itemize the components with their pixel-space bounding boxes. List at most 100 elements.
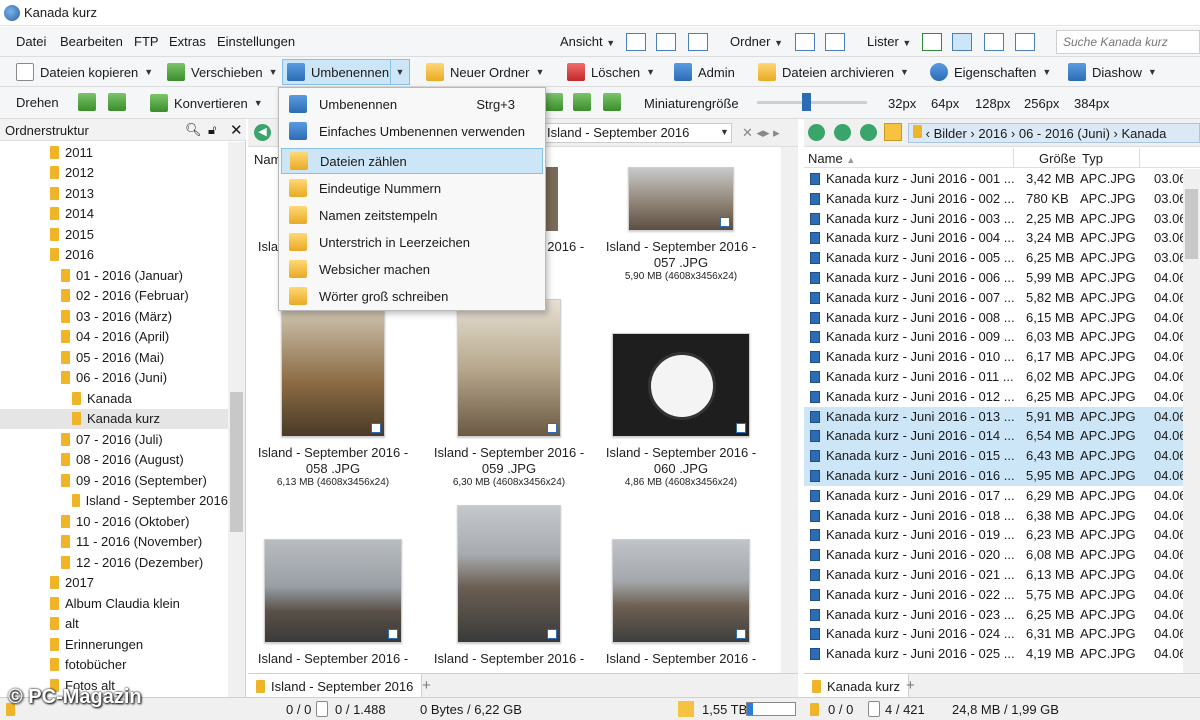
list-scrollbar[interactable] xyxy=(1183,169,1200,673)
back-icon[interactable]: ◀ xyxy=(254,124,271,141)
tree-item[interactable]: 2011 xyxy=(0,142,228,163)
size-32[interactable]: 32px xyxy=(888,96,916,111)
dropdown-item[interactable]: Unterstrich in Leerzeichen xyxy=(281,229,543,255)
lister-dual-icon[interactable] xyxy=(952,33,972,51)
lister-menu[interactable]: Lister ▼ xyxy=(867,34,911,49)
tree-item[interactable]: 11 - 2016 (November) xyxy=(0,532,228,553)
tree-item[interactable]: 10 - 2016 (Oktober) xyxy=(0,511,228,532)
table-row[interactable]: Kanada kurz - Juni 2016 - 007 ... 5,82 MB… xyxy=(804,288,1183,308)
tree-item[interactable]: 2017 xyxy=(0,573,228,594)
tree-item[interactable]: 02 - 2016 (Februar) xyxy=(0,286,228,307)
table-row[interactable]: Kanada kurz - Juni 2016 - 019 ... 6,23 MB… xyxy=(804,525,1183,545)
table-row[interactable]: Kanada kurz - Juni 2016 - 009 ... 6,03 MB… xyxy=(804,327,1183,347)
tab-island[interactable]: Island - September 2016 xyxy=(248,674,423,698)
thumbnail-scrollbar[interactable] xyxy=(781,147,798,673)
menu-einstellungen[interactable]: Einstellungen xyxy=(217,34,295,49)
dropdown-item[interactable]: Websicher machen xyxy=(281,256,543,282)
archive-button[interactable]: Dateien archivieren ▼ xyxy=(754,59,913,85)
tree-item[interactable]: 07 - 2016 (Juli) xyxy=(0,429,228,450)
lister-single-icon[interactable] xyxy=(922,33,942,51)
tree-item[interactable]: 03 - 2016 (März) xyxy=(0,306,228,327)
thumbnail-item[interactable]: Island - September 2016 - xyxy=(596,505,766,667)
table-row[interactable]: Kanada kurz - Juni 2016 - 015 ... 6,43 MB… xyxy=(804,446,1183,466)
rotate-right-icon[interactable] xyxy=(108,93,126,111)
table-row[interactable]: Kanada kurz - Juni 2016 - 024 ... 6,31 MB… xyxy=(804,624,1183,644)
table-row[interactable]: Kanada kurz - Juni 2016 - 001 ... 3,42 MB… xyxy=(804,169,1183,189)
table-row[interactable]: Kanada kurz - Juni 2016 - 003 ... 2,25 MB… xyxy=(804,209,1183,229)
thumbnail-item[interactable]: Island - September 2016 - 058 .JPG 6,13 … xyxy=(248,299,418,488)
admin-button[interactable]: Admin xyxy=(670,59,739,85)
size-256[interactable]: 256px xyxy=(1024,96,1059,111)
tree-item[interactable]: Album Claudia klein xyxy=(0,593,228,614)
table-row[interactable]: Kanada kurz - Juni 2016 - 006 ... 5,99 MB… xyxy=(804,268,1183,288)
new-folder-button[interactable]: Neuer Ordner ▼ xyxy=(422,59,548,85)
table-row[interactable]: Kanada kurz - Juni 2016 - 022 ... 5,75 MB… xyxy=(804,585,1183,605)
tree-item[interactable]: 2013 xyxy=(0,183,228,204)
dropdown-item[interactable]: Dateien zählen xyxy=(281,148,543,174)
rotate-label[interactable]: Drehen xyxy=(16,95,59,110)
tree-scrollbar[interactable] xyxy=(228,142,245,697)
menu-datei[interactable]: Datei xyxy=(16,34,46,49)
thumbnail-path-field[interactable]: Island - September 2016 xyxy=(542,123,732,143)
table-row[interactable]: Kanada kurz - Juni 2016 - 023 ... 6,25 MB… xyxy=(804,605,1183,625)
view-list-icon[interactable] xyxy=(656,33,676,51)
size-128[interactable]: 128px xyxy=(975,96,1010,111)
rename-dropdown-arrow[interactable]: ▼ xyxy=(390,59,410,85)
menu-extras[interactable]: Extras xyxy=(169,34,206,49)
path-dropdown-icon[interactable]: ▼ xyxy=(720,127,729,137)
tree-item[interactable]: 08 - 2016 (August) xyxy=(0,450,228,471)
tree-item[interactable]: Island - September 2016 xyxy=(0,491,228,512)
view-details-icon[interactable] xyxy=(626,33,646,51)
copy-files-button[interactable]: Dateien kopieren ▼ xyxy=(12,59,157,85)
table-row[interactable]: Kanada kurz - Juni 2016 - 016 ... 5,95 MB… xyxy=(804,466,1183,486)
slideshow-button[interactable]: Diashow ▼ xyxy=(1064,59,1161,85)
slider-handle[interactable] xyxy=(802,93,811,111)
tree-item[interactable]: 05 - 2016 (Mai) xyxy=(0,347,228,368)
tree-item[interactable]: Kanada kurz xyxy=(0,408,228,429)
rename-button[interactable]: Umbenennen xyxy=(282,59,395,85)
table-row[interactable]: Kanada kurz - Juni 2016 - 025 ... 4,19 MB… xyxy=(804,644,1183,664)
size-384[interactable]: 384px xyxy=(1074,96,1109,111)
tree-item[interactable]: 12 - 2016 (Dezember) xyxy=(0,552,228,573)
tree-scroll-thumb[interactable] xyxy=(230,392,243,532)
tree-item[interactable]: 04 - 2016 (April) xyxy=(0,327,228,348)
up-icon[interactable] xyxy=(860,124,877,141)
add-tab-icon[interactable]: + xyxy=(906,677,915,694)
thumbnail-item[interactable]: Island - September 2016 - xyxy=(248,505,418,667)
thumb-tool-icon-1[interactable] xyxy=(545,93,563,111)
table-row[interactable]: Kanada kurz - Juni 2016 - 021 ... 6,13 MB… xyxy=(804,565,1183,585)
table-row[interactable]: Kanada kurz - Juni 2016 - 002 ... 780 KB A… xyxy=(804,189,1183,209)
thumb-tool-icon-2[interactable] xyxy=(573,93,591,111)
type-column-header[interactable]: Typ xyxy=(1082,151,1103,166)
table-row[interactable]: Kanada kurz - Juni 2016 - 018 ... 6,38 MB… xyxy=(804,506,1183,526)
thumbnail-item[interactable]: Island - September 2016 - 057 .JPG 5,90 … xyxy=(596,167,766,282)
name-column-header[interactable]: Name ▲ xyxy=(808,151,855,166)
tree-item[interactable]: 2014 xyxy=(0,204,228,225)
delete-button[interactable]: Löschen ▼ xyxy=(563,59,659,85)
close-icon[interactable]: ✕ xyxy=(230,121,243,139)
add-tab-icon[interactable]: + xyxy=(422,677,431,694)
tree-item[interactable]: 2015 xyxy=(0,224,228,245)
table-row[interactable]: Kanada kurz - Juni 2016 - 011 ... 6,02 MB… xyxy=(804,367,1183,387)
thumb-tool-icon-3[interactable] xyxy=(603,93,621,111)
dropdown-item[interactable]: Einfaches Umbenennen verwenden xyxy=(281,118,543,144)
dropdown-item[interactable]: Wörter groß schreiben xyxy=(281,283,543,309)
lister-vertical-icon[interactable] xyxy=(984,33,1004,51)
favorites-icon[interactable] xyxy=(884,123,902,141)
tree-item[interactable]: 01 - 2016 (Januar) xyxy=(0,265,228,286)
rotate-left-icon[interactable] xyxy=(78,93,96,111)
table-row[interactable]: Kanada kurz - Juni 2016 - 017 ... 6,29 MB… xyxy=(804,486,1183,506)
tree-item[interactable]: Erinnerungen xyxy=(0,634,228,655)
thumbnail-size-slider[interactable] xyxy=(757,101,867,104)
ansicht-menu[interactable]: Ansicht ▼ xyxy=(560,34,615,49)
tree-item[interactable]: alt xyxy=(0,614,228,635)
search-input[interactable]: Suche Kanada kurz xyxy=(1056,30,1200,54)
dropdown-item[interactable]: Umbenennen Strg+3 xyxy=(281,91,543,117)
size-column-header[interactable]: Größe xyxy=(1039,151,1076,166)
move-button[interactable]: Verschieben ▼ xyxy=(163,59,281,85)
tree-item[interactable]: 09 - 2016 (September) xyxy=(0,470,228,491)
dropdown-item[interactable]: Namen zeitstempeln xyxy=(281,202,543,228)
table-row[interactable]: Kanada kurz - Juni 2016 - 014 ... 6,54 MB… xyxy=(804,426,1183,447)
tab-kanada-kurz[interactable]: Kanada kurz xyxy=(804,674,909,698)
tree-item[interactable]: 06 - 2016 (Juni) xyxy=(0,368,228,389)
